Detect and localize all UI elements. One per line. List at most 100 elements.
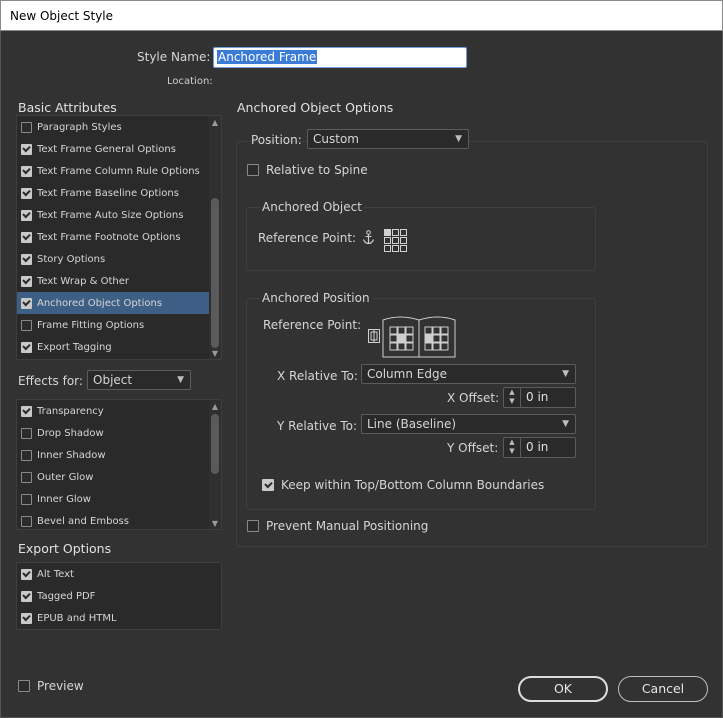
x-relative-to-dropdown[interactable]: Column Edge ▼ xyxy=(361,364,576,384)
stepper-arrows-icon[interactable]: ▲ ▼ xyxy=(504,438,521,457)
cancel-button[interactable]: Cancel xyxy=(618,676,708,702)
prevent-manual-positioning-box[interactable] xyxy=(247,520,259,532)
reference-point-top-right[interactable] xyxy=(400,229,407,236)
list-item[interactable]: Drop Shadow xyxy=(17,422,209,444)
reference-point-top-left[interactable] xyxy=(384,229,391,236)
chevron-down-icon: ▼ xyxy=(562,419,569,429)
effects-for-dropdown[interactable]: Object ▼ xyxy=(87,370,191,390)
checkbox[interactable] xyxy=(21,253,32,265)
reference-point-top-center[interactable] xyxy=(392,229,399,236)
relative-to-spine-box[interactable] xyxy=(247,164,259,176)
scroll-thumb[interactable] xyxy=(211,198,219,348)
prevent-manual-positioning-checkbox[interactable]: Prevent Manual Positioning xyxy=(247,519,428,533)
list-item[interactable]: Tagged PDF xyxy=(17,585,221,607)
spine-reference-icon[interactable] xyxy=(368,329,380,343)
y-relative-to-dropdown[interactable]: Line (Baseline) ▼ xyxy=(361,414,576,434)
list-item[interactable]: Text Wrap & Other xyxy=(17,270,209,292)
checkbox[interactable] xyxy=(21,612,32,624)
window-title-bar: New Object Style xyxy=(0,0,723,31)
list-item[interactable]: Outer Glow xyxy=(17,466,209,488)
list-item[interactable]: Alt Text xyxy=(17,563,221,585)
effects-scrollbar[interactable]: ▲ ▼ xyxy=(209,400,221,529)
reference-point-bottom-right[interactable] xyxy=(400,245,407,252)
checkbox[interactable] xyxy=(21,165,32,177)
stepper-arrows-icon[interactable]: ▲ ▼ xyxy=(504,388,521,407)
basic-attributes-scrollbar[interactable]: ▲ ▼ xyxy=(209,116,221,359)
reference-point-bottom-left[interactable] xyxy=(384,245,391,252)
anchored-object-options-heading: Anchored Object Options xyxy=(237,100,394,115)
checkbox[interactable] xyxy=(21,405,32,417)
list-item[interactable]: Paragraph Styles xyxy=(17,116,209,138)
list-item[interactable]: Bevel and Emboss xyxy=(17,510,209,529)
ok-button[interactable]: OK xyxy=(518,676,608,702)
scroll-up-icon[interactable]: ▲ xyxy=(209,402,221,412)
preview-checkbox[interactable]: Preview xyxy=(18,679,84,693)
list-item-label: Story Options xyxy=(37,253,106,265)
list-item[interactable]: Text Frame Baseline Options xyxy=(17,182,209,204)
checkbox[interactable] xyxy=(21,209,32,221)
scroll-down-icon[interactable]: ▼ xyxy=(209,519,221,529)
list-item-label: Drop Shadow xyxy=(37,427,104,439)
keep-within-boundaries-box[interactable] xyxy=(262,479,274,491)
location-label: Location: xyxy=(167,76,213,87)
list-item[interactable]: Text Frame General Options xyxy=(17,138,209,160)
list-item[interactable]: Inner Shadow xyxy=(17,444,209,466)
checkbox[interactable] xyxy=(21,231,32,243)
effects-for-value: Object xyxy=(93,373,133,387)
list-item[interactable]: Text Frame Footnote Options xyxy=(17,226,209,248)
relative-to-spine-label: Relative to Spine xyxy=(266,163,368,177)
reference-point-middle-left[interactable] xyxy=(384,237,391,244)
checkbox[interactable] xyxy=(21,493,32,505)
checkbox[interactable] xyxy=(21,121,32,133)
checkbox[interactable] xyxy=(21,515,32,527)
list-item[interactable]: Anchored Object Options xyxy=(17,292,209,314)
scroll-down-icon[interactable]: ▼ xyxy=(209,349,221,359)
list-item-label: Text Frame Column Rule Options xyxy=(37,165,200,177)
reference-point-center[interactable] xyxy=(392,237,399,244)
checkbox[interactable] xyxy=(21,341,32,353)
keep-within-boundaries-checkbox[interactable]: Keep within Top/Bottom Column Boundaries xyxy=(262,478,544,492)
checkbox[interactable] xyxy=(21,590,32,602)
preview-checkbox-box[interactable] xyxy=(18,680,30,692)
checkbox[interactable] xyxy=(21,568,32,580)
y-offset-value: 0 in xyxy=(526,440,549,454)
checkbox[interactable] xyxy=(21,275,32,287)
list-item[interactable]: EPUB and HTML xyxy=(17,607,221,629)
checkbox[interactable] xyxy=(21,471,32,483)
list-item[interactable]: Transparency xyxy=(17,400,209,422)
list-item[interactable]: Text Frame Auto Size Options xyxy=(17,204,209,226)
style-name-input[interactable]: Anchored Frame xyxy=(213,47,467,68)
list-item[interactable]: Frame Fitting Options xyxy=(17,314,209,336)
list-item-label: Inner Shadow xyxy=(37,449,106,461)
list-item-label: Text Frame Baseline Options xyxy=(37,187,179,199)
list-item-label: Anchored Object Options xyxy=(37,297,163,309)
list-item[interactable]: Export Tagging xyxy=(17,336,209,358)
checkbox[interactable] xyxy=(21,187,32,199)
position-label: Position: xyxy=(251,133,302,147)
x-offset-label: X Offset: xyxy=(447,391,500,405)
list-item-label: Text Frame Auto Size Options xyxy=(37,209,184,221)
checkbox[interactable] xyxy=(21,143,32,155)
basic-attributes-list[interactable]: Paragraph Styles Text Frame General Optio… xyxy=(16,115,222,360)
reference-point-middle-right[interactable] xyxy=(400,237,407,244)
checkbox[interactable] xyxy=(21,449,32,461)
list-item[interactable]: Inner Glow xyxy=(17,488,209,510)
x-offset-stepper[interactable]: ▲ ▼ 0 in xyxy=(503,387,576,408)
anchored-object-reference-point-grid[interactable] xyxy=(384,229,407,252)
checkbox[interactable] xyxy=(21,319,32,331)
checkbox[interactable] xyxy=(21,297,32,309)
position-dropdown[interactable]: Custom ▼ xyxy=(307,129,469,149)
checkbox[interactable] xyxy=(21,427,32,439)
export-options-list[interactable]: Alt Text Tagged PDF EPUB and HTML xyxy=(16,562,222,630)
anchored-object-heading: Anchored Object xyxy=(260,200,364,214)
list-item[interactable]: Text Frame Column Rule Options xyxy=(17,160,209,182)
relative-to-spine-checkbox[interactable]: Relative to Spine xyxy=(247,163,368,177)
list-item[interactable]: Story Options xyxy=(17,248,209,270)
scroll-thumb[interactable] xyxy=(211,414,219,474)
chevron-down-icon: ▼ xyxy=(177,375,184,385)
page-spread-reference-point-icon[interactable] xyxy=(382,313,456,358)
reference-point-bottom-center[interactable] xyxy=(392,245,399,252)
effects-list[interactable]: Transparency Drop Shadow Inner Shadow Outer… xyxy=(16,399,222,530)
y-offset-stepper[interactable]: ▲ ▼ 0 in xyxy=(503,437,576,458)
scroll-up-icon[interactable]: ▲ xyxy=(209,118,221,128)
